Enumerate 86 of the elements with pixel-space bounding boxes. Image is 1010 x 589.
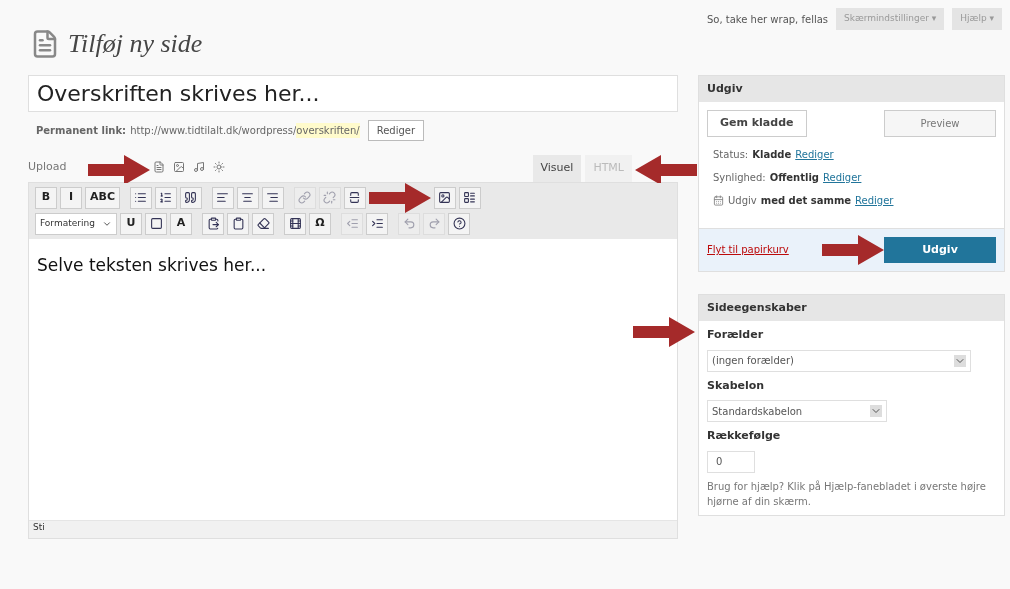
paste-text-icon <box>231 217 245 230</box>
toolbar-button[interactable] <box>180 186 202 209</box>
arrow-icon <box>822 234 884 265</box>
undo-icon <box>402 217 416 230</box>
panel-header: Sideegenskaber <box>699 295 1004 321</box>
panel-header: Udgiv <box>699 76 1004 102</box>
redo-icon <box>427 217 441 230</box>
eraser-icon <box>256 217 270 230</box>
toolbar-button[interactable] <box>262 186 284 209</box>
preview-button[interactable]: Preview <box>884 110 996 137</box>
toolbar-button[interactable] <box>130 186 152 209</box>
quote-icon <box>184 191 198 204</box>
title-field[interactable]: Overskriften skrives her... <box>28 75 678 112</box>
permalink-base: http://www.tidtilalt.dk/wordpress/ <box>130 124 297 138</box>
order-label: Rækkefølge <box>707 428 782 444</box>
numbered-list-icon <box>159 191 173 204</box>
bullet-list-icon <box>134 191 148 204</box>
toolbar-button[interactable]: B <box>35 186 57 209</box>
indent-icon <box>370 217 384 230</box>
toolbar-button[interactable] <box>284 212 306 235</box>
video-upload-icon[interactable] <box>172 161 185 174</box>
help-text: Brug for hjælp? Klik på Hjælp-fanebladet i øverste højre hjørne af din skærm. <box>707 479 987 509</box>
editor-tab[interactable]: Visuel <box>532 155 582 182</box>
toolbar-button[interactable] <box>252 212 274 235</box>
toolbar-button[interactable] <box>237 186 259 209</box>
music-icon[interactable] <box>192 161 205 174</box>
publish-row-label: Synlighed: <box>713 170 766 185</box>
arrow-icon <box>369 182 431 213</box>
edit-permalink-button[interactable]: Rediger <box>367 120 425 141</box>
toolbar-button[interactable] <box>434 186 456 209</box>
template-select[interactable]: Standardskabelon <box>707 400 887 422</box>
toolbar-toggle-icon <box>463 191 477 204</box>
parent-label: Forælder <box>707 327 765 343</box>
outdent-icon <box>345 217 359 230</box>
permalink-label: Permanent link: <box>36 124 127 138</box>
trash-link[interactable]: Flyt til papirkurv <box>707 242 789 258</box>
split-icon <box>348 191 362 204</box>
justify-icon <box>149 217 163 230</box>
arrow-icon <box>88 155 150 185</box>
upload-label: Upload <box>28 159 67 175</box>
toolbar-button[interactable] <box>344 186 366 209</box>
edit-link[interactable]: Rediger <box>795 146 834 162</box>
publish-row-value: Offentlig <box>769 170 819 185</box>
save-draft-button[interactable]: Gem kladde <box>707 110 807 137</box>
parent-select[interactable]: (ingen forælder) <box>707 349 971 372</box>
path-label: Sti <box>33 521 45 532</box>
toolbar-button[interactable] <box>212 186 234 209</box>
toolbar-button[interactable]: ABC <box>85 186 120 209</box>
permalink-slug: overskriften/ <box>296 123 360 138</box>
publish-row-label: Udgiv <box>728 193 757 208</box>
toolbar-button[interactable] <box>366 212 388 235</box>
publish-row-value: Kladde <box>752 147 792 162</box>
editor-body-text: Selve teksten skrives her... <box>37 254 267 275</box>
arrow-icon <box>635 155 697 185</box>
toolbar-button[interactable] <box>145 212 167 235</box>
toolbar-button[interactable]: Ω <box>309 212 331 235</box>
publish-button[interactable]: Udgiv <box>884 236 996 263</box>
paste-icon <box>206 217 220 230</box>
edit-link[interactable]: Rediger <box>823 169 862 185</box>
toolbar-button[interactable]: A <box>170 212 192 235</box>
dropdown-icon <box>870 405 882 417</box>
align-right-icon <box>266 191 280 204</box>
publish-row-value: med det samme <box>760 193 852 208</box>
toolbar-button[interactable] <box>155 186 177 209</box>
toolbar-button[interactable] <box>202 212 224 235</box>
align-left-icon <box>216 191 230 204</box>
template-label: Skabelon <box>707 377 766 394</box>
edit-link[interactable]: Rediger <box>855 192 894 208</box>
order-field[interactable]: 0 <box>707 450 755 473</box>
align-center-icon <box>241 191 255 204</box>
toolbar-button[interactable] <box>448 212 470 235</box>
arrow-icon <box>633 317 695 347</box>
toolbar-button[interactable] <box>459 186 481 209</box>
toolbar-button[interactable]: I <box>60 186 82 209</box>
publish-row-label: Status: <box>713 147 749 162</box>
link-icon <box>298 191 312 204</box>
page-title: Tilføj ny side <box>68 28 203 60</box>
format-select[interactable]: Formatering <box>35 212 117 235</box>
greeting-text: So, take her wrap, fellas <box>706 13 829 27</box>
image-icon <box>438 191 452 204</box>
toolbar-button[interactable]: U <box>120 212 142 235</box>
dropdown-icon <box>954 354 966 367</box>
help-icon <box>452 217 466 230</box>
toolbar-button[interactable] <box>227 212 249 235</box>
unlink-icon <box>323 191 337 204</box>
media-icon <box>288 217 302 230</box>
